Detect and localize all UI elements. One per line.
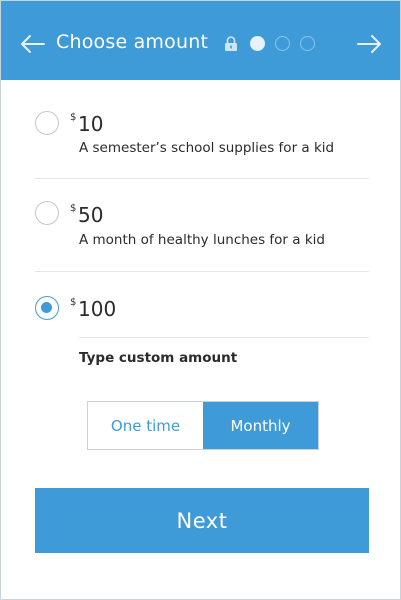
radio-button[interactable] (35, 111, 59, 135)
next-button[interactable]: Next (35, 488, 369, 553)
divider (35, 271, 369, 272)
custom-amount-field[interactable]: Type custom amount (79, 350, 237, 366)
amount-value: 50 (78, 203, 104, 227)
divider (79, 337, 369, 338)
arrow-right-icon[interactable] (356, 34, 382, 54)
amount-description: A month of healthy lunches for a kid (79, 232, 325, 248)
amount-value: 10 (78, 112, 104, 136)
step-indicator-2 (275, 36, 290, 51)
page-title: Choose amount (56, 31, 209, 53)
donation-widget: Choose amount $ 10 A semester’s school s… (0, 0, 401, 600)
monthly-option[interactable]: Monthly (203, 402, 318, 449)
amount-option-10[interactable]: $ 10 A semester’s school supplies for a … (1, 106, 400, 176)
currency-symbol: $ (70, 203, 77, 214)
one-time-option[interactable]: One time (88, 402, 203, 449)
currency-symbol: $ (70, 112, 77, 123)
amount-option-100[interactable]: $ 100 (1, 291, 400, 331)
header-bar: Choose amount (1, 1, 400, 80)
currency-symbol: $ (70, 297, 77, 308)
step-indicator-1 (250, 36, 265, 51)
frequency-toggle: One time Monthly (87, 401, 319, 450)
lock-icon (225, 36, 237, 51)
amount-option-50[interactable]: $ 50 A month of healthy lunches for a ki… (1, 197, 400, 267)
amount-description: A semester’s school supplies for a kid (79, 140, 335, 156)
radio-button-selected[interactable] (35, 296, 59, 320)
radio-button[interactable] (35, 201, 59, 225)
amount-value: 100 (78, 297, 117, 321)
arrow-left-icon[interactable] (20, 34, 46, 54)
step-indicator-3 (300, 36, 315, 51)
divider (35, 178, 369, 179)
